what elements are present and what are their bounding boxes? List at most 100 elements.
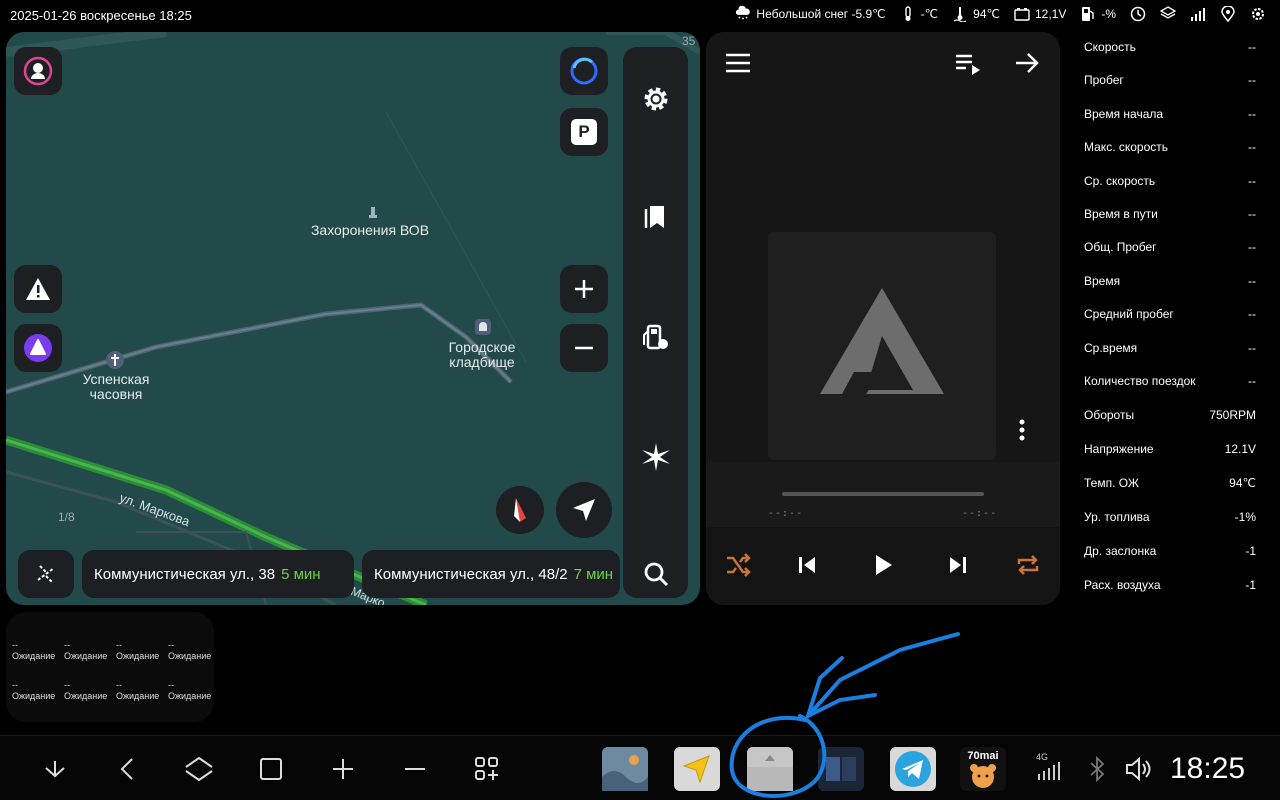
map-search-icon[interactable] (623, 552, 688, 596)
settings-gear-icon[interactable] (1250, 6, 1266, 22)
widget-cell-value: -- (64, 640, 70, 650)
bookmarks-icon[interactable] (623, 195, 688, 239)
location-pin-icon[interactable] (1220, 6, 1236, 22)
bottom-dock: 70mai 4G 18:25 (0, 735, 1280, 800)
stat-row: Количество поездок -- (1084, 374, 1256, 392)
volume-down-icon[interactable] (400, 754, 430, 784)
status-datetime: 2025-01-26 воскресенье 18:25 (10, 8, 192, 23)
route-1-eta: 5 мин (281, 565, 321, 583)
split-screen-app-icon[interactable] (818, 747, 864, 791)
parking-label: P (571, 119, 597, 145)
widget-cell: -- Ожидание (64, 680, 116, 702)
add-widget-icon[interactable] (472, 754, 502, 784)
bluetooth-icon[interactable] (1082, 754, 1112, 784)
widget-cell: -- Ожидание (12, 680, 64, 702)
track-progress-bar[interactable] (782, 492, 984, 496)
map-page-indicator: 1/8 (58, 510, 75, 524)
alice-voice-button[interactable] (560, 47, 608, 95)
alice-assistant-button[interactable] (14, 324, 62, 372)
more-options-icon[interactable] (1018, 418, 1026, 447)
stat-label: Количество поездок (1084, 374, 1196, 388)
stat-label: Время (1084, 273, 1121, 288)
route-suggestion-2[interactable]: Коммунистическая ул., 48/2 7 мин (362, 550, 620, 598)
chapel-poi-label[interactable]: Успенская часовня (72, 372, 160, 402)
stat-label: Расх. воздуха (1084, 578, 1161, 592)
cemetery-poi-label[interactable]: Городское кладбище (437, 340, 527, 370)
chapel-label-line2: часовня (89, 386, 143, 402)
chapel-poi-icon[interactable] (105, 350, 125, 373)
memorial-poi-label[interactable]: Захоронения ВОВ (302, 223, 438, 238)
network-type: 4G (1036, 752, 1049, 762)
route-options-button[interactable] (18, 550, 74, 598)
cemetery-label-line1: Городское (448, 339, 516, 355)
stat-row: Др. заслонка -1 (1084, 544, 1256, 562)
stat-value: -- (1248, 106, 1256, 121)
stat-value: -- (1248, 207, 1256, 221)
memorial-poi-icon[interactable] (368, 205, 378, 222)
play-icon[interactable] (863, 545, 903, 585)
telegram-app-icon[interactable] (890, 747, 936, 791)
yandex-navigator-app-icon[interactable] (674, 747, 720, 791)
stat-label: Макс. скорость (1084, 140, 1169, 155)
back-icon[interactable] (112, 754, 142, 784)
home-icon[interactable] (184, 754, 214, 784)
repeat-icon[interactable] (1008, 545, 1048, 585)
forward-arrow-icon[interactable] (1014, 50, 1040, 81)
speaker-volume-icon[interactable] (1124, 754, 1154, 784)
stat-row: Пробег -- (1084, 73, 1256, 91)
status-bar: 2025-01-26 воскресенье 18:25 Небольшой с… (0, 0, 1280, 32)
profile-avatar-button[interactable] (14, 47, 62, 95)
chapel-label-line1: Успенская (82, 371, 150, 387)
app-drawer-icon[interactable] (747, 747, 793, 791)
map-side-panel (623, 47, 688, 598)
navigate-arrow-button[interactable] (556, 482, 612, 538)
engine-temp-text: 94℃ (973, 7, 1000, 21)
stat-row: Общ. Пробег -- (1084, 240, 1256, 258)
stat-value: 750RPM (1209, 408, 1256, 422)
compass-button[interactable] (496, 486, 544, 534)
fuel-status: -% (1080, 6, 1116, 22)
stat-label: Скорость (1084, 40, 1136, 54)
next-track-icon[interactable] (938, 545, 978, 585)
stat-label: Обороты (1084, 408, 1135, 422)
gas-station-icon[interactable] (623, 315, 688, 359)
player-menu-icon[interactable] (724, 52, 752, 79)
battery-voltage-text: 12,1V (1034, 7, 1067, 21)
player-logo-icon (820, 288, 944, 394)
car-battery-icon (1014, 6, 1030, 22)
stat-value: -1% (1234, 510, 1256, 524)
stat-row: Ур. топлива -1% (1084, 510, 1256, 528)
route-swap-icon (37, 565, 55, 583)
recent-apps-icon[interactable] (256, 754, 286, 784)
stat-value: -- (1248, 173, 1256, 188)
zoom-out-button[interactable] (560, 324, 608, 372)
timer-icon[interactable] (1130, 6, 1146, 22)
route-suggestion-1[interactable]: Коммунистическая ул., 38 5 мин (82, 550, 354, 598)
report-incident-button[interactable] (14, 265, 62, 313)
widget-cell: -- Ожидание (116, 680, 168, 702)
cemetery-poi-icon[interactable] (473, 318, 493, 339)
shuffle-icon[interactable] (718, 545, 758, 585)
navigation-map[interactable]: 35 Захоронения ВОВ Городское кладбище Ус… (6, 32, 700, 605)
layers-icon[interactable] (1160, 6, 1176, 22)
fuel-text: -% (1101, 7, 1116, 21)
volume-up-icon[interactable] (328, 754, 358, 784)
widget-cell: -- Ожидание (64, 640, 116, 662)
fuel-pump-icon (1080, 6, 1096, 22)
services-star-icon[interactable] (623, 435, 688, 479)
stat-label: Общ. Пробег (1084, 240, 1157, 255)
stat-label: Пробег (1084, 73, 1124, 88)
trip-computer-widget[interactable]: -- Ожидание -- Ожидание -- Ожидание -- Ожидание… (6, 612, 214, 722)
widget-cell-value: -- (116, 680, 122, 690)
parking-button[interactable]: P (560, 108, 608, 156)
playlist-icon[interactable] (954, 52, 982, 81)
map-settings-gear-icon[interactable] (623, 77, 688, 121)
widget-cell-status: Ожидание (12, 691, 56, 701)
70mai-app-icon[interactable]: 70mai (960, 747, 1006, 791)
stat-row: Средний пробег -- (1084, 307, 1256, 325)
gallery-app-icon[interactable] (602, 747, 648, 791)
zoom-in-button[interactable] (560, 265, 608, 313)
widget-cell-status: Ожидание (168, 651, 212, 661)
previous-track-icon[interactable] (787, 545, 827, 585)
chevron-down-icon[interactable] (40, 754, 70, 784)
